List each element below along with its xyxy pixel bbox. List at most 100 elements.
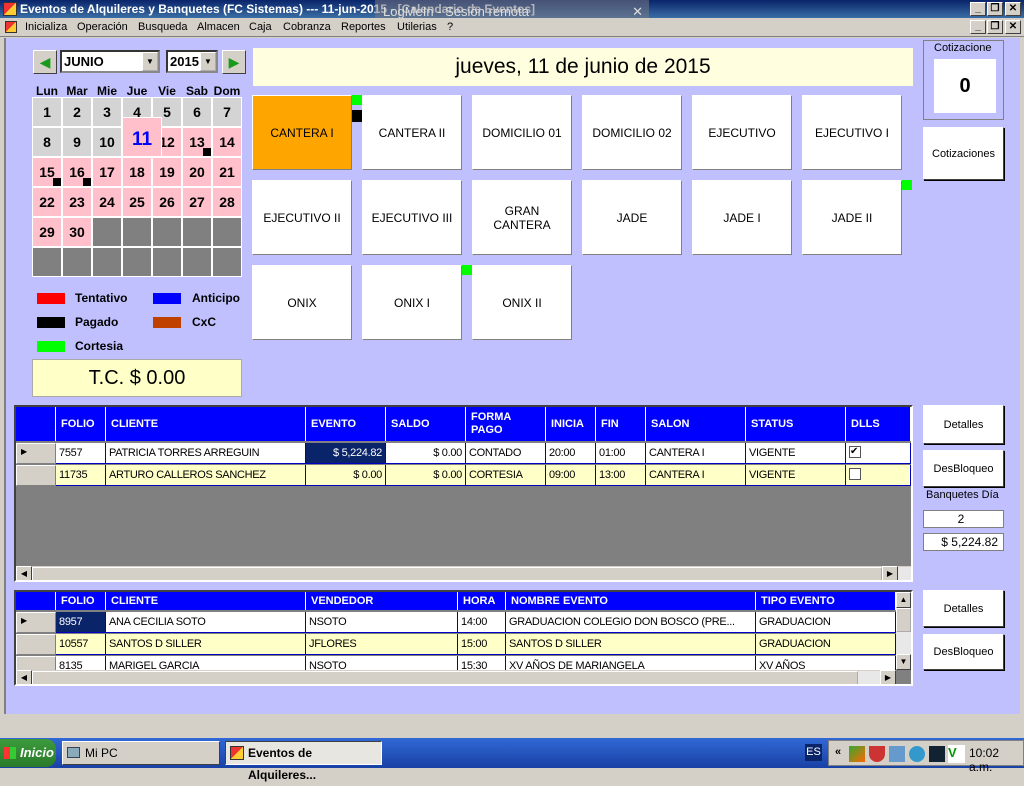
scroll-thumb[interactable] (896, 608, 911, 632)
scroll-left-button[interactable]: ◀ (16, 566, 32, 580)
menu-inicializa[interactable]: Inicializa (25, 21, 67, 33)
menu-operacin[interactable]: Operación (77, 21, 128, 33)
row-selector[interactable] (16, 634, 56, 655)
scroll-up-button[interactable]: ▲ (896, 592, 911, 608)
unlock-button[interactable]: DesBloqueo (923, 450, 1004, 487)
shield-icon[interactable] (869, 746, 885, 762)
day-cell-21[interactable]: 21 (212, 157, 242, 187)
monitor-icon[interactable] (929, 746, 945, 762)
salon-button-cantera-i[interactable]: CANTERA I (252, 95, 352, 170)
salon-button-jade-i[interactable]: JADE I (692, 180, 792, 255)
vnc-icon[interactable]: V (948, 745, 965, 763)
column-header-saldo[interactable]: SALDO (386, 407, 466, 441)
column-header-status[interactable]: STATUS (746, 407, 846, 441)
column-header-inicia[interactable]: INICIA (546, 407, 596, 441)
column-header-fin[interactable]: FIN (596, 407, 646, 441)
mdi-restore-button[interactable]: ❐ (987, 20, 1003, 34)
next-month-button[interactable]: ▶ (222, 50, 246, 74)
salon-button-onix[interactable]: ONIX (252, 265, 352, 340)
day-cell-15[interactable]: 15 (32, 157, 62, 187)
scroll-right-button[interactable]: ▶ (882, 566, 898, 580)
day-cell-9[interactable]: 9 (62, 127, 92, 157)
column-header-vendedor[interactable]: VENDEDOR (306, 592, 458, 610)
quotes-details-button[interactable]: Detalles (923, 590, 1004, 627)
day-cell-22[interactable]: 22 (32, 187, 62, 217)
year-select[interactable]: 2015 ▼ (166, 50, 218, 73)
mdi-icon[interactable] (5, 21, 17, 33)
day-cell-26[interactable]: 26 (152, 187, 182, 217)
salon-button-ejecutivo-iii[interactable]: EJECUTIVO III (362, 180, 462, 255)
day-cell-24[interactable]: 24 (92, 187, 122, 217)
day-cell-16[interactable]: 16 (62, 157, 92, 187)
task-eventos[interactable]: Eventos de Alquileres... (225, 741, 382, 782)
column-header-nombre-evento[interactable]: NOMBRE EVENTO (506, 592, 756, 610)
day-cell-10[interactable]: 10 (92, 127, 122, 157)
day-cell-19[interactable]: 19 (152, 157, 182, 187)
scroll-right-button[interactable]: ▶ (880, 670, 896, 684)
task-mi-pc[interactable]: Mi PC (62, 741, 220, 765)
column-header-cliente[interactable]: CLIENTE (106, 592, 306, 610)
month-select[interactable]: JUNIO ▼ (60, 50, 160, 73)
day-cell-20[interactable]: 20 (182, 157, 212, 187)
menu-caja[interactable]: Caja (249, 21, 272, 33)
column-header-evento[interactable]: EVENTO (306, 407, 386, 441)
menu-utilerias[interactable]: Utilerias (397, 21, 437, 33)
salon-button-onix-i[interactable]: ONIX I (362, 265, 462, 340)
menu-cobranza[interactable]: Cobranza (283, 21, 331, 33)
day-cell-6[interactable]: 6 (182, 97, 212, 127)
day-cell-selected[interactable]: 11 (122, 117, 162, 157)
day-cell-2[interactable]: 2 (62, 97, 92, 127)
salon-button-domicilio-01[interactable]: DOMICILIO 01 (472, 95, 572, 170)
dlls-checkbox[interactable]: ✔ (849, 446, 861, 458)
prev-month-button[interactable]: ◀ (33, 50, 57, 74)
day-cell-30[interactable]: 30 (62, 217, 92, 247)
salon-button-onix-ii[interactable]: ONIX II (472, 265, 572, 340)
details-button[interactable]: Detalles (923, 405, 1004, 444)
column-header-dlls[interactable]: DLLS (846, 407, 911, 441)
menu-reportes[interactable]: Reportes (341, 21, 386, 33)
day-cell-29[interactable]: 29 (32, 217, 62, 247)
day-cell-17[interactable]: 17 (92, 157, 122, 187)
menu-almacen[interactable]: Almacen (197, 21, 240, 33)
scroll-thumb[interactable] (32, 671, 858, 684)
column-header-tipo-evento[interactable]: TIPO EVENTO (756, 592, 896, 610)
close-button[interactable]: ✕ (1005, 2, 1021, 16)
day-cell-1[interactable]: 1 (32, 97, 62, 127)
scroll-left-button[interactable]: ◀ (16, 670, 32, 684)
network-icon[interactable] (889, 746, 905, 762)
start-button[interactable]: Inicio (0, 739, 56, 767)
menu-busqueda[interactable]: Busqueda (138, 21, 188, 33)
day-cell-8[interactable]: 8 (32, 127, 62, 157)
chevron-down-icon[interactable]: ▼ (142, 52, 158, 71)
row-selector[interactable]: ▶ (16, 443, 56, 464)
day-cell-14[interactable]: 14 (212, 127, 242, 157)
dlls-checkbox[interactable] (849, 468, 861, 480)
salon-button-ejecutivo[interactable]: EJECUTIVO (692, 95, 792, 170)
chevron-left-icon[interactable]: « (835, 746, 841, 758)
minimize-button[interactable]: _ (970, 2, 986, 16)
salon-button-jade[interactable]: JADE (582, 180, 682, 255)
day-cell-18[interactable]: 18 (122, 157, 152, 187)
day-cell-28[interactable]: 28 (212, 187, 242, 217)
restore-button[interactable]: ❐ (987, 2, 1003, 16)
salon-button-jade-ii[interactable]: JADE II (802, 180, 902, 255)
day-cell-27[interactable]: 27 (182, 187, 212, 217)
column-header-folio[interactable]: FOLIO (56, 407, 106, 441)
scroll-thumb[interactable] (32, 567, 882, 580)
mdi-minimize-button[interactable]: _ (970, 20, 986, 34)
quotes-unlock-button[interactable]: DesBloqueo (923, 634, 1004, 670)
day-cell-25[interactable]: 25 (122, 187, 152, 217)
cotizaciones-button[interactable]: Cotizaciones (923, 127, 1004, 180)
salon-button-ejecutivo-ii[interactable]: EJECUTIVO II (252, 180, 352, 255)
day-cell-23[interactable]: 23 (62, 187, 92, 217)
logmein-icon[interactable] (909, 746, 925, 762)
language-indicator[interactable]: ES (805, 744, 822, 761)
scroll-down-button[interactable]: ▼ (896, 654, 911, 670)
column-header-forma-pago[interactable]: FORMA PAGO (466, 407, 546, 441)
row-selector[interactable] (16, 465, 56, 486)
day-cell-7[interactable]: 7 (212, 97, 242, 127)
salon-button-cantera-ii[interactable]: CANTERA II (362, 95, 462, 170)
day-cell-13[interactable]: 13 (182, 127, 212, 157)
mdi-close-button[interactable]: ✕ (1005, 20, 1021, 34)
day-cell-3[interactable]: 3 (92, 97, 122, 127)
